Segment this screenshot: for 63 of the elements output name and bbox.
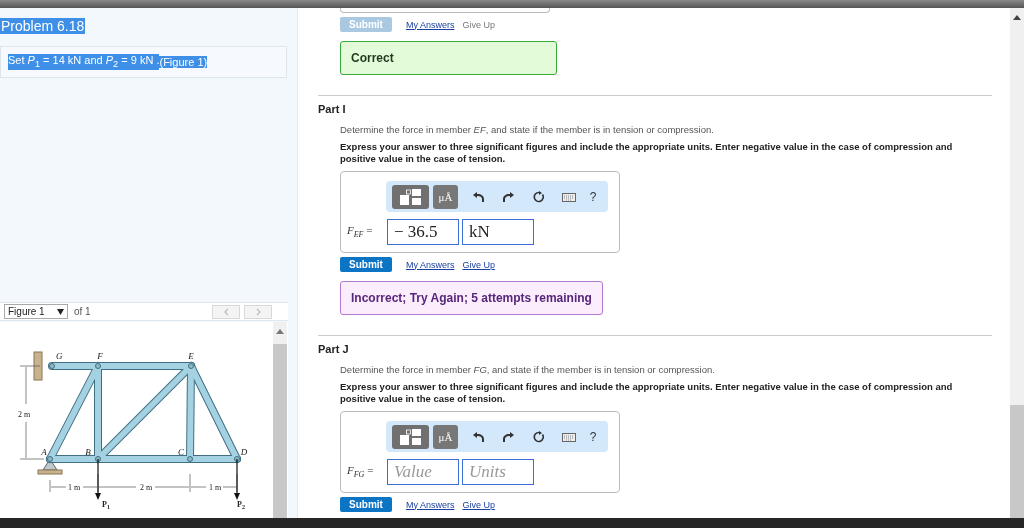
point-label: A [41,447,47,457]
variable-label: F$_{EF}$ = [347,224,374,240]
point-label: E [188,351,194,361]
refresh-icon [532,190,544,203]
submit-button[interactable]: Submit [340,497,392,512]
units-button[interactable]: μÅ [433,424,458,449]
load-label: P$_{1}$ [102,500,110,510]
answer-link[interactable]: Give Up [462,499,495,510]
instructions-text: Express your answer to three significant figures and include the appropriate units. Enter negative value in the case of compression and positive value in the case of tension. [340,141,954,165]
answer-link[interactable]: My Answers [405,259,455,270]
templates-icon [398,187,423,206]
answer-link[interactable]: Give Up [462,259,495,270]
refresh-icon [532,430,544,443]
chevron-right-icon [254,307,262,316]
question-text: Determine the force in member EF, and state if the member is in tension or compression. [340,124,715,136]
redo-icon [502,190,514,203]
caret-icon [57,308,64,315]
load-arrow [95,458,101,500]
templates-button[interactable] [392,184,429,209]
undo-icon [472,430,484,443]
load-label: P$_{2}$ [237,500,245,510]
point-label: C [178,447,184,457]
dimension-label: 1 m [208,483,222,492]
redo-icon [502,430,514,443]
figure-select[interactable]: Figure 1 [4,304,68,319]
answer-link[interactable]: My Answers [405,499,455,510]
part-title: Part J [318,342,350,356]
value-field[interactable]: − 36.5 [387,219,459,245]
answer-link[interactable]: My Answers [405,19,455,30]
keyboard-icon [562,190,576,203]
load-arrow [234,458,240,500]
submit-button[interactable]: Submit [340,257,392,272]
figure-count: of 1 [74,306,91,317]
templates-icon [398,427,423,446]
scrollbar[interactable] [1010,8,1024,518]
incorrect-message: Incorrect; Try Again; 5 attempts remaining [340,281,603,315]
chevron-left-icon [222,307,230,316]
units-button[interactable]: μÅ [433,184,458,209]
variable-label: F$_{FG}$ = [347,464,375,480]
undo-icon [472,190,484,203]
problem-statement: Set P$_{1}$ = 14 kN and P$_{2}$ = 9 kN . [8,54,160,70]
scroll-up-icon[interactable] [276,329,284,334]
point-label: G [56,351,63,361]
point-label: D [240,447,248,457]
point-label: B [85,447,91,457]
keyboard-icon [562,430,576,443]
scroll-thumb[interactable] [1010,405,1024,518]
problem-title: Problem 6.18 [0,18,86,34]
dimension-label: 2 m [17,410,31,419]
units-field[interactable]: Units [462,459,534,485]
help-button[interactable]: ? [586,424,600,449]
part-title: Part I [318,102,347,116]
question-text: Determine the force in member FG, and state if the member is in tension or compression. [340,364,716,376]
correct-message: Correct [340,41,557,75]
templates-button[interactable] [392,424,429,449]
value-field[interactable]: Value [387,459,459,485]
units-field[interactable]: kN [462,219,534,245]
scroll-up-icon[interactable] [1013,15,1021,20]
point-label: F [97,351,103,361]
dimension-label: 2 m [139,483,153,492]
help-button[interactable]: ? [586,184,600,209]
instructions-text: Express your answer to three significant figures and include the appropriate units. Enter negative value in the case of compression and positive value in the case of tension. [340,381,954,405]
dimension-label: 1 m [67,483,81,492]
